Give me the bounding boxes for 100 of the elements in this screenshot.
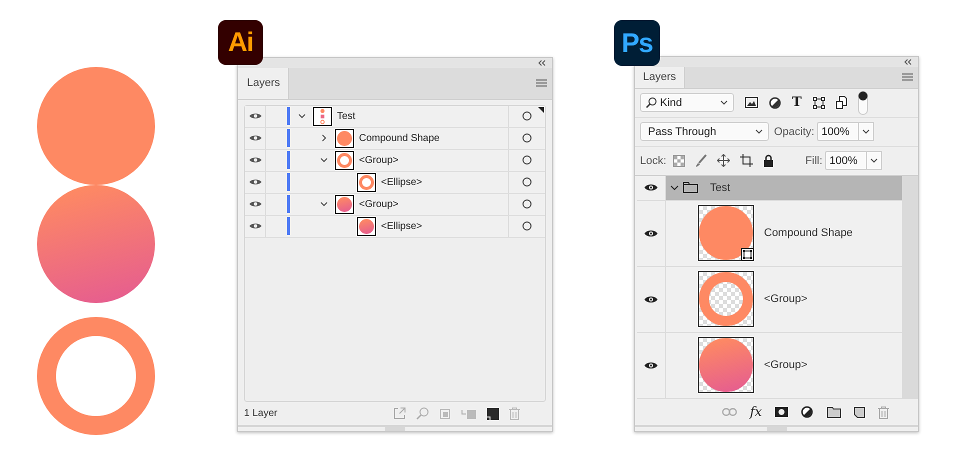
layer-row[interactable]: Test xyxy=(245,106,545,128)
menu-icon[interactable] xyxy=(536,79,547,88)
half-circle-icon[interactable] xyxy=(769,96,781,109)
layer-row[interactable]: <Group> xyxy=(637,332,902,399)
target-icon[interactable] xyxy=(522,221,532,232)
fill-field[interactable]: 100% xyxy=(825,151,868,170)
layer-name: Compound Shape xyxy=(359,132,441,144)
layer-row[interactable]: <Ellipse> xyxy=(245,172,545,194)
layer-color-bar xyxy=(287,151,290,170)
caret-icon xyxy=(870,158,878,164)
lock-icon[interactable] xyxy=(763,154,774,168)
opacity-field[interactable]: 100% xyxy=(817,122,860,142)
layer-name: <Group> xyxy=(359,198,400,210)
eye-icon[interactable] xyxy=(644,183,658,192)
chevron-icon[interactable] xyxy=(320,134,328,142)
thumbnail-icon xyxy=(357,172,376,192)
filter-toggle[interactable] xyxy=(858,90,868,115)
app-logo: Ps xyxy=(614,20,660,66)
folder-icon xyxy=(683,182,698,194)
search-icon xyxy=(646,97,657,108)
fill-label: Fill: xyxy=(805,154,822,167)
layer-color-bar xyxy=(287,195,290,214)
layer-name: <Ellipse> xyxy=(381,220,424,232)
layer-thumbnail xyxy=(698,205,754,262)
lock-label: Lock: xyxy=(640,154,666,167)
target-icon[interactable] xyxy=(522,199,532,210)
layer-name: <Group> xyxy=(764,359,808,372)
folder-icon[interactable] xyxy=(827,406,841,418)
layer-color-bar xyxy=(287,217,290,236)
chevron-icon[interactable] xyxy=(670,184,679,191)
thumbnail-icon xyxy=(335,150,354,170)
checker-icon[interactable] xyxy=(673,154,686,167)
layer-row[interactable]: <Group> xyxy=(245,150,545,172)
eye-icon[interactable] xyxy=(644,360,658,370)
layer-thumbnail xyxy=(698,271,754,328)
target-icon[interactable] xyxy=(522,111,532,122)
adjustment-icon[interactable] xyxy=(801,406,814,419)
layer-row[interactable]: Compound Shape xyxy=(245,128,545,150)
target-icon[interactable] xyxy=(522,133,532,144)
target-icon[interactable] xyxy=(522,155,532,166)
layer-row[interactable]: Compound Shape xyxy=(637,200,902,267)
layer-row[interactable]: <Group> xyxy=(637,266,902,333)
layer-count: 1 Layer xyxy=(244,408,278,420)
shape-icon[interactable] xyxy=(812,96,825,109)
layer-thumbnail xyxy=(313,106,332,126)
layer-name: Compound Shape xyxy=(764,227,853,240)
effects-button[interactable]: fx xyxy=(750,404,762,420)
resize-grip-icon[interactable] xyxy=(766,426,786,431)
chevron-icon[interactable] xyxy=(320,200,328,208)
layer-color-bar xyxy=(287,173,290,192)
new-layer-icon[interactable] xyxy=(487,408,499,420)
layers-tab[interactable]: Layers xyxy=(635,66,685,88)
collapse-icon[interactable] xyxy=(904,58,912,65)
crop-icon[interactable] xyxy=(740,154,754,168)
type-filter-icon[interactable]: T xyxy=(792,95,802,110)
chevron-icon[interactable] xyxy=(298,112,306,120)
caret-icon xyxy=(755,129,763,134)
layer-thumbnail xyxy=(698,337,754,394)
layer-row[interactable]: Test xyxy=(637,176,902,201)
caret-icon xyxy=(862,129,870,134)
caret-icon xyxy=(720,100,728,106)
thumbnail-icon xyxy=(357,216,376,236)
eye-icon[interactable] xyxy=(248,112,262,120)
eye-icon[interactable] xyxy=(248,156,262,164)
target-icon[interactable] xyxy=(522,177,532,188)
filter-dropdown[interactable]: Kind xyxy=(640,93,734,112)
brush-icon[interactable] xyxy=(695,154,708,168)
app-logo: Ai xyxy=(218,20,263,65)
layer-name: Test xyxy=(337,110,356,122)
chevron-icon[interactable] xyxy=(320,156,328,164)
eye-icon[interactable] xyxy=(644,294,658,304)
smart-object-icon[interactable] xyxy=(836,96,847,110)
layer-name: <Group> xyxy=(359,154,400,166)
image-icon[interactable] xyxy=(745,97,758,108)
thumbnail-icon xyxy=(335,128,354,148)
dropdown-button[interactable] xyxy=(867,151,882,170)
layer-color-bar xyxy=(287,107,290,126)
layer-row[interactable]: <Ellipse> xyxy=(245,216,545,238)
layer-name: Test xyxy=(710,182,730,194)
eye-icon[interactable] xyxy=(248,200,262,208)
collapse-icon[interactable] xyxy=(538,60,546,66)
scrollbar[interactable] xyxy=(902,176,918,400)
menu-icon[interactable] xyxy=(902,73,913,82)
eye-icon[interactable] xyxy=(644,228,658,238)
layer-name: <Group> xyxy=(764,293,808,306)
eye-icon[interactable] xyxy=(248,222,262,230)
dropdown-button[interactable] xyxy=(859,122,874,142)
layers-tab[interactable]: Layers xyxy=(238,68,289,99)
opacity-label: Opacity: xyxy=(774,126,814,138)
mask-icon[interactable] xyxy=(775,407,788,418)
eye-icon[interactable] xyxy=(248,134,262,142)
clipping-mask-icon[interactable] xyxy=(439,408,451,420)
eye-icon[interactable] xyxy=(248,178,262,186)
blend-mode-dropdown[interactable]: Pass Through xyxy=(640,122,769,142)
thumbnail-icon xyxy=(335,194,354,214)
layer-row[interactable]: <Group> xyxy=(245,194,545,216)
new-layer-icon[interactable] xyxy=(854,406,865,418)
layer-name: <Ellipse> xyxy=(381,176,424,188)
move-icon[interactable] xyxy=(717,154,730,168)
layer-color-bar xyxy=(287,129,290,148)
